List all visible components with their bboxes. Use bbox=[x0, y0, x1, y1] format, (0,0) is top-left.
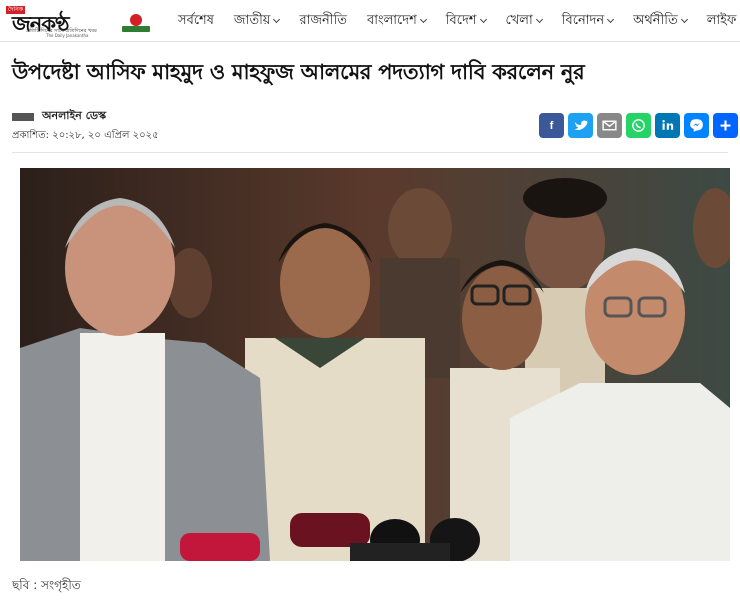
svg-text:f: f bbox=[550, 120, 554, 132]
linkedin-share-button[interactable] bbox=[655, 113, 680, 138]
email-icon bbox=[602, 120, 617, 131]
divider bbox=[12, 152, 728, 153]
plus-icon bbox=[720, 120, 731, 131]
photo-caption: ছবি : সংগৃহীত bbox=[12, 578, 81, 592]
nav-item[interactable]: জাতীয় bbox=[233, 11, 281, 32]
chevron-down-icon bbox=[479, 15, 487, 23]
site-header: দৈনিক জনকণ্ঠ প্রতিটি দিনের সাথে প্রতিদিন… bbox=[0, 0, 740, 42]
email-share-button[interactable] bbox=[597, 113, 622, 138]
whatsapp-share-button[interactable] bbox=[626, 113, 651, 138]
facebook-share-button[interactable]: f bbox=[539, 113, 564, 138]
twitter-share-button[interactable] bbox=[568, 113, 593, 138]
nav-item-label: লাইফ bbox=[706, 12, 737, 28]
nav-item[interactable]: লাইফ bbox=[707, 11, 737, 32]
twitter-icon bbox=[574, 120, 588, 130]
logo-subtitle: The Daily Janakantha bbox=[46, 33, 89, 38]
linkedin-icon bbox=[662, 120, 674, 130]
nav-item-label: বিদেশ bbox=[445, 12, 477, 28]
share-bar: f bbox=[539, 113, 740, 138]
press-conference-photo bbox=[20, 168, 730, 561]
author-name[interactable]: অনলাইন ডেস্ক bbox=[42, 107, 106, 126]
published-date: প্রকাশিত: ২০:২৮, ২০ এপ্রিল ২০২৫ bbox=[12, 130, 159, 141]
nav-item-label: সর্বশেষ bbox=[178, 12, 214, 28]
nav-item-label: বিনোদন bbox=[561, 12, 605, 28]
chevron-down-icon bbox=[419, 15, 427, 23]
chevron-down-icon bbox=[680, 15, 688, 23]
nav-item[interactable]: বিনোদন bbox=[561, 11, 615, 32]
main-nav: সর্বশেষ জাতীয় রাজনীতি বাংলাদেশ বিদেশ খেলা বিন… bbox=[178, 0, 740, 42]
nav-item[interactable]: বিদেশ bbox=[445, 11, 487, 32]
nav-item-label: রাজনীতি bbox=[299, 12, 347, 28]
nav-item-label: খেলা bbox=[505, 12, 533, 28]
site-logo[interactable]: দৈনিক জনকণ্ঠ প্রতিটি দিনের সাথে প্রতিদিন… bbox=[4, 4, 150, 38]
nav-item-label: বাংলাদেশ bbox=[366, 12, 417, 28]
nav-item[interactable]: অর্থনীতি bbox=[633, 11, 688, 32]
more-share-button[interactable] bbox=[713, 113, 738, 138]
byline: অনলাইন ডেস্ক bbox=[12, 107, 106, 126]
nav-item-label: জাতীয় bbox=[233, 12, 271, 28]
nav-item[interactable]: খেলা bbox=[505, 11, 543, 32]
nav-item-label: অর্থনীতি bbox=[633, 12, 678, 28]
logo-base-icon bbox=[122, 26, 150, 32]
nav-item[interactable]: সর্বশেষ bbox=[178, 11, 214, 32]
chevron-down-icon bbox=[273, 15, 281, 23]
author-marker bbox=[12, 112, 34, 121]
chevron-down-icon bbox=[535, 15, 543, 23]
facebook-icon: f bbox=[550, 120, 554, 132]
messenger-icon bbox=[690, 119, 703, 132]
nav-item[interactable]: বাংলাদেশ bbox=[366, 11, 427, 32]
whatsapp-icon bbox=[632, 119, 645, 132]
article-photo bbox=[20, 168, 730, 561]
nav-item[interactable]: রাজনীতি bbox=[299, 11, 347, 32]
messenger-share-button[interactable] bbox=[684, 113, 709, 138]
chevron-down-icon bbox=[607, 15, 615, 23]
logo-sun-icon bbox=[130, 14, 142, 26]
article-headline: উপদেষ্টা আসিফ মাহমুদ ও মাহফুজ আলমের পদত্… bbox=[12, 60, 585, 84]
